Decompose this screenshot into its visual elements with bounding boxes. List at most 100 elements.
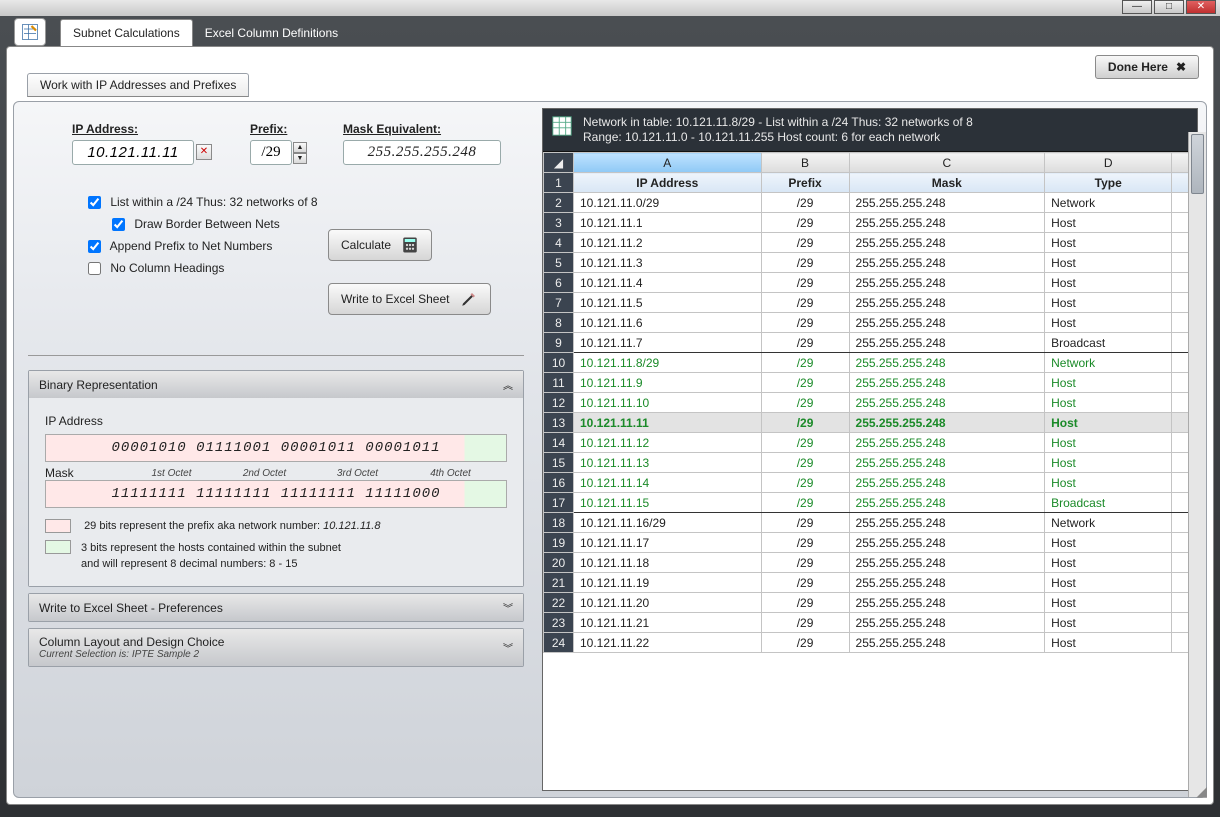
cell-ip[interactable]: 10.121.11.18 [574, 553, 762, 573]
row-number[interactable]: 2 [544, 193, 574, 213]
cell-prefix[interactable]: /29 [761, 413, 849, 433]
opt-list-within-24-checkbox[interactable] [88, 196, 101, 209]
cell-type[interactable]: Host [1045, 593, 1172, 613]
cell-ip[interactable]: 10.121.11.2 [574, 233, 762, 253]
row-number[interactable]: 9 [544, 333, 574, 353]
col-letter-a[interactable]: A [574, 153, 762, 173]
cell-ip[interactable]: 10.121.11.7 [574, 333, 762, 353]
cell-type[interactable]: Host [1045, 433, 1172, 453]
cell-ip[interactable]: 10.121.11.1 [574, 213, 762, 233]
cell-prefix[interactable]: /29 [761, 633, 849, 653]
cell-ip[interactable]: 10.121.11.0/29 [574, 193, 762, 213]
table-row[interactable]: 1710.121.11.15/29255.255.255.248Broadcas… [544, 493, 1197, 513]
row-number[interactable]: 17 [544, 493, 574, 513]
row-number[interactable]: 20 [544, 553, 574, 573]
row-number[interactable]: 3 [544, 213, 574, 233]
row-number[interactable]: 8 [544, 313, 574, 333]
opt-draw-border-checkbox[interactable] [112, 218, 125, 231]
cell-prefix[interactable]: /29 [761, 613, 849, 633]
opt-list-within-24[interactable]: List within a /24 Thus: 32 networks of 8 [84, 191, 524, 213]
cell-mask[interactable]: 255.255.255.248 [849, 373, 1045, 393]
cell-prefix[interactable]: /29 [761, 313, 849, 333]
header-ip-address[interactable]: IP Address [574, 173, 762, 193]
table-row[interactable]: 310.121.11.1/29255.255.255.248Host [544, 213, 1197, 233]
cell-type[interactable]: Broadcast [1045, 493, 1172, 513]
row-number[interactable]: 18 [544, 513, 574, 533]
clear-ip-button[interactable]: ✕ [196, 144, 212, 160]
cell-prefix[interactable]: /29 [761, 493, 849, 513]
maximize-button[interactable]: □ [1154, 0, 1184, 14]
header-type[interactable]: Type [1045, 173, 1172, 193]
cell-ip[interactable]: 10.121.11.4 [574, 273, 762, 293]
cell-prefix[interactable]: /29 [761, 293, 849, 313]
corner-cell[interactable]: ◢ [544, 153, 574, 173]
cell-prefix[interactable]: /29 [761, 373, 849, 393]
cell-ip[interactable]: 10.121.11.6 [574, 313, 762, 333]
row-number[interactable]: 7 [544, 293, 574, 313]
cell-mask[interactable]: 255.255.255.248 [849, 253, 1045, 273]
table-row[interactable]: 210.121.11.0/29/29255.255.255.248Network [544, 193, 1197, 213]
cell-mask[interactable]: 255.255.255.248 [849, 413, 1045, 433]
cell-ip[interactable]: 10.121.11.5 [574, 293, 762, 313]
table-row[interactable]: 610.121.11.4/29255.255.255.248Host [544, 273, 1197, 293]
prefix-input[interactable] [250, 140, 292, 165]
cell-type[interactable]: Host [1045, 253, 1172, 273]
col-letter-b[interactable]: B [761, 153, 849, 173]
row-number[interactable]: 21 [544, 573, 574, 593]
cell-ip[interactable]: 10.121.11.15 [574, 493, 762, 513]
cell-type[interactable]: Host [1045, 553, 1172, 573]
cell-ip[interactable]: 10.121.11.21 [574, 613, 762, 633]
col-letter-c[interactable]: C [849, 153, 1045, 173]
table-row[interactable]: 510.121.11.3/29255.255.255.248Host [544, 253, 1197, 273]
row-number[interactable]: 24 [544, 633, 574, 653]
row-number[interactable]: 19 [544, 533, 574, 553]
opt-no-headings-checkbox[interactable] [88, 262, 101, 275]
cell-type[interactable]: Host [1045, 313, 1172, 333]
row-number[interactable]: 6 [544, 273, 574, 293]
table-row[interactable]: 1410.121.11.12/29255.255.255.248Host [544, 433, 1197, 453]
row-number[interactable]: 23 [544, 613, 574, 633]
row-number[interactable]: 13 [544, 413, 574, 433]
table-row[interactable]: 1110.121.11.9/29255.255.255.248Host [544, 373, 1197, 393]
cell-prefix[interactable]: /29 [761, 213, 849, 233]
row-number[interactable]: 15 [544, 453, 574, 473]
table-row[interactable]: 1510.121.11.13/29255.255.255.248Host [544, 453, 1197, 473]
cell-ip[interactable]: 10.121.11.11 [574, 413, 762, 433]
cell-prefix[interactable]: /29 [761, 553, 849, 573]
row-number[interactable]: 14 [544, 433, 574, 453]
cell-ip[interactable]: 10.121.11.9 [574, 373, 762, 393]
cell-ip[interactable]: 10.121.11.20 [574, 593, 762, 613]
table-row[interactable]: 810.121.11.6/29255.255.255.248Host [544, 313, 1197, 333]
table-row[interactable]: 1210.121.11.10/29255.255.255.248Host [544, 393, 1197, 413]
table-row[interactable]: 2110.121.11.19/29255.255.255.248Host [544, 573, 1197, 593]
cell-prefix[interactable]: /29 [761, 233, 849, 253]
cell-prefix[interactable]: /29 [761, 393, 849, 413]
row-number-1[interactable]: 1 [544, 173, 574, 193]
prefix-spin-up[interactable]: ▲ [293, 142, 307, 153]
cell-type[interactable]: Host [1045, 293, 1172, 313]
prefix-spin-down[interactable]: ▼ [293, 153, 307, 164]
header-prefix[interactable]: Prefix [761, 173, 849, 193]
cell-type[interactable]: Network [1045, 513, 1172, 533]
cell-mask[interactable]: 255.255.255.248 [849, 353, 1045, 373]
cell-type[interactable]: Host [1045, 633, 1172, 653]
cell-mask[interactable]: 255.255.255.248 [849, 513, 1045, 533]
grid-scroll-area[interactable]: ◢ A B C D 1 IP Address [543, 152, 1197, 790]
opt-append-prefix-checkbox[interactable] [88, 240, 101, 253]
row-number[interactable]: 4 [544, 233, 574, 253]
row-number[interactable]: 12 [544, 393, 574, 413]
cell-prefix[interactable]: /29 [761, 453, 849, 473]
cell-prefix[interactable]: /29 [761, 333, 849, 353]
table-row[interactable]: 1910.121.11.17/29255.255.255.248Host [544, 533, 1197, 553]
panel-column-layout-header[interactable]: Column Layout and Design Choice Current … [29, 629, 523, 666]
cell-type[interactable]: Host [1045, 233, 1172, 253]
cell-ip[interactable]: 10.121.11.13 [574, 453, 762, 473]
cell-mask[interactable]: 255.255.255.248 [849, 553, 1045, 573]
col-letter-d[interactable]: D [1045, 153, 1172, 173]
vertical-scrollbar[interactable] [1188, 132, 1206, 797]
cell-type[interactable]: Host [1045, 393, 1172, 413]
done-here-button[interactable]: Done Here ✖ [1095, 55, 1199, 79]
cell-mask[interactable]: 255.255.255.248 [849, 393, 1045, 413]
cell-prefix[interactable]: /29 [761, 433, 849, 453]
table-row[interactable]: 2410.121.11.22/29255.255.255.248Host [544, 633, 1197, 653]
